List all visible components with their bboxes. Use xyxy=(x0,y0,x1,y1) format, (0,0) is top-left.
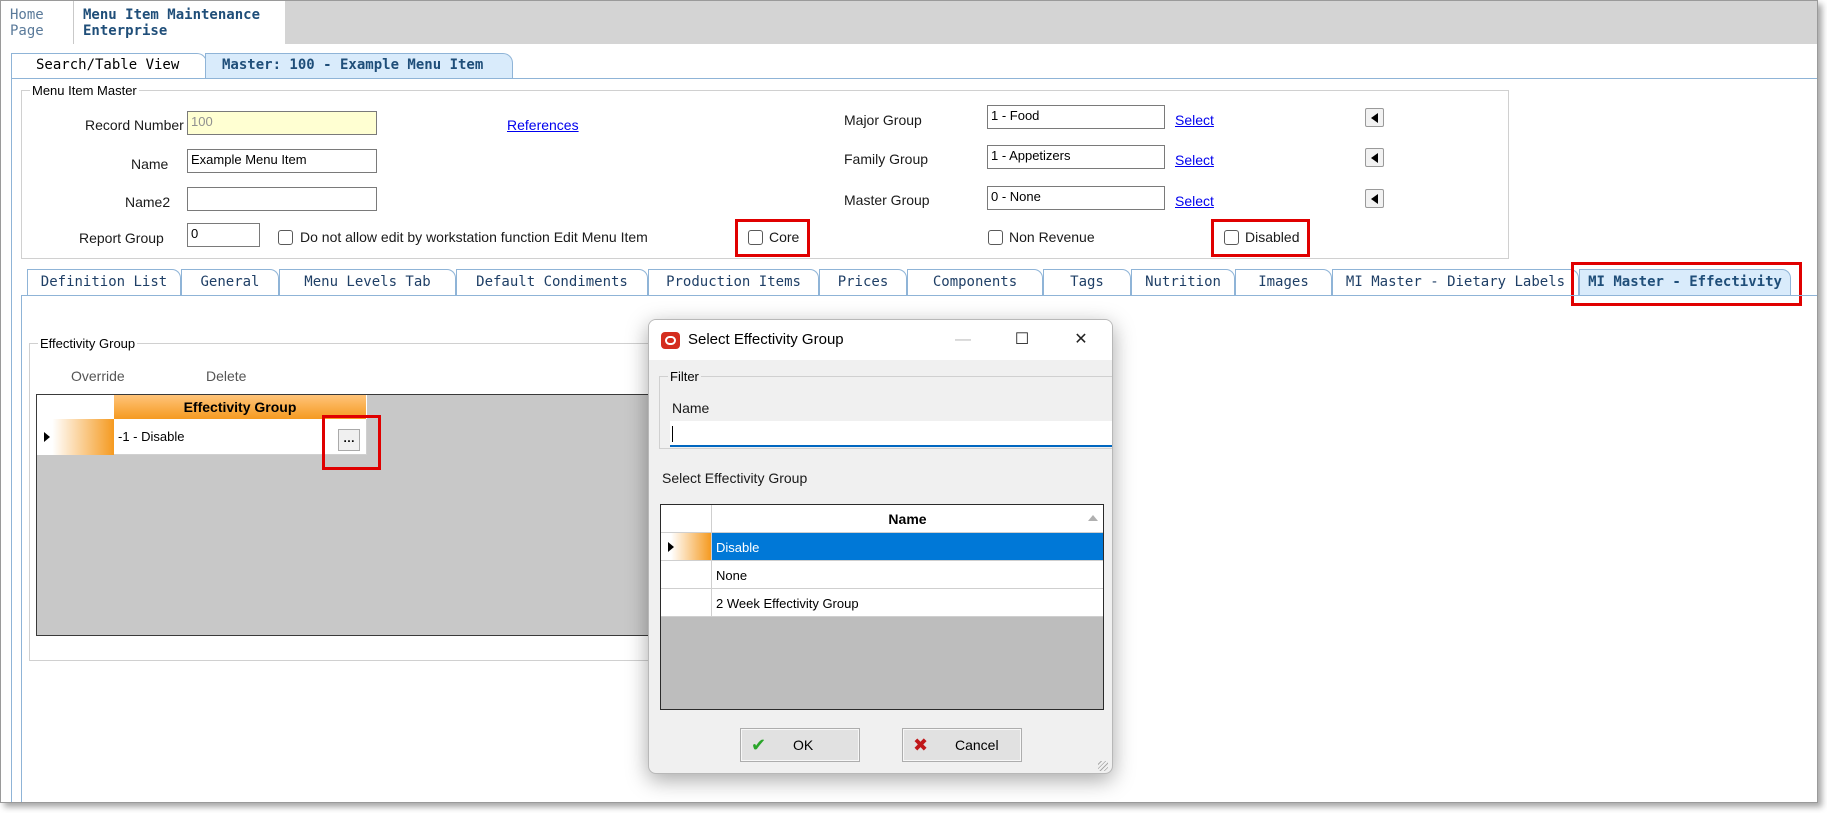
current-row-icon xyxy=(44,432,50,442)
tab-general[interactable]: General xyxy=(181,269,279,296)
disabled-checkbox[interactable] xyxy=(1224,230,1239,245)
master-group-field[interactable]: 0 - None xyxy=(987,186,1165,210)
dialog-title-bar[interactable]: Select Effectivity Group — ☐ ✕ xyxy=(649,320,1112,360)
text-caret xyxy=(672,426,673,442)
effectivity-select-grid: Name Disable None 2 Week Effectivity Gro… xyxy=(660,504,1104,710)
tab-nutrition[interactable]: Nutrition xyxy=(1131,269,1235,296)
non-revenue-label: Non Revenue xyxy=(1009,229,1095,245)
tab-home-line2: Page xyxy=(10,23,44,39)
record-number-field[interactable]: 100 xyxy=(187,111,377,135)
record-number-label: Record Number xyxy=(85,117,184,133)
tab-dietary-labels[interactable]: MI Master - Dietary Labels xyxy=(1332,269,1579,296)
name-field[interactable]: Example Menu Item xyxy=(187,149,377,173)
detail-tab-divider xyxy=(21,295,1817,296)
dialog-title: Select Effectivity Group xyxy=(688,331,844,348)
name-column-header[interactable]: Name xyxy=(712,505,1103,533)
close-icon[interactable]: ✕ xyxy=(1069,328,1093,352)
detail-area-border xyxy=(21,295,22,802)
grid-corner xyxy=(37,395,114,419)
non-revenue-checkbox[interactable] xyxy=(988,230,1003,245)
delete-button[interactable]: Delete xyxy=(206,368,246,384)
menu-item-master-legend: Menu Item Master xyxy=(32,83,137,98)
maximize-icon[interactable]: ☐ xyxy=(1010,328,1034,352)
master-group-back-icon[interactable] xyxy=(1365,189,1384,208)
row-header[interactable] xyxy=(661,561,712,589)
tab-default-condiments[interactable]: Default Condiments xyxy=(456,269,648,296)
family-group-back-icon[interactable] xyxy=(1365,148,1384,167)
resize-grip-icon[interactable] xyxy=(1098,761,1108,771)
report-group-field[interactable]: 0 xyxy=(187,223,260,247)
filter-name-label: Name xyxy=(672,400,710,416)
row-header[interactable] xyxy=(661,533,712,561)
no-edit-label: Do not allow edit by workstation functio… xyxy=(300,229,648,245)
select-effectivity-group-dialog: Select Effectivity Group — ☐ ✕ Filter Na… xyxy=(648,319,1113,774)
effectivity-group-legend: Effectivity Group xyxy=(40,336,136,351)
master-group-select-link[interactable]: Select xyxy=(1175,193,1214,209)
tab-definition-list[interactable]: Definition List xyxy=(27,269,181,296)
ellipsis-button[interactable]: … xyxy=(338,429,360,451)
filter-name-input[interactable] xyxy=(670,421,1112,447)
major-group-label: Major Group xyxy=(844,112,922,128)
tab-tags[interactable]: Tags xyxy=(1043,269,1131,296)
name2-label: Name2 xyxy=(125,194,171,210)
grid-corner xyxy=(661,505,712,533)
application-window: Home Page Menu Item Maintenance Enterpri… xyxy=(0,0,1818,803)
references-link[interactable]: References xyxy=(507,117,579,133)
name2-field[interactable] xyxy=(187,187,377,211)
list-item[interactable]: None xyxy=(712,561,1103,589)
cancel-button[interactable]: ✖ Cancel xyxy=(902,728,1022,762)
current-row-icon xyxy=(668,542,674,552)
family-group-select-link[interactable]: Select xyxy=(1175,152,1214,168)
row-header[interactable] xyxy=(37,419,114,455)
major-group-select-link[interactable]: Select xyxy=(1175,112,1214,128)
tab-menu-item-maintenance[interactable]: Menu Item Maintenance Enterprise xyxy=(73,1,285,44)
cancel-button-label: Cancel xyxy=(955,737,999,753)
core-label: Core xyxy=(769,229,800,245)
tab-production-items[interactable]: Production Items xyxy=(648,269,819,296)
core-checkbox[interactable] xyxy=(748,230,763,245)
top-tab-strip: Home Page Menu Item Maintenance Enterpri… xyxy=(1,1,1817,44)
ok-button-label: OK xyxy=(793,737,814,753)
effectivity-tab-highlight-box xyxy=(1571,262,1802,306)
name-label: Name xyxy=(131,156,169,172)
tab-search-table-view[interactable]: Search/Table View xyxy=(11,53,207,78)
major-group-back-icon[interactable] xyxy=(1365,108,1384,127)
checkmark-icon: ✔ xyxy=(751,735,767,755)
tab-master-record[interactable]: Master: 100 - Example Menu Item xyxy=(205,53,513,78)
major-group-field[interactable]: 1 - Food xyxy=(987,105,1165,129)
tab-home-line1: Home xyxy=(10,7,44,23)
tab-mim-line2: Enterprise xyxy=(83,23,168,39)
tab-components[interactable]: Components xyxy=(907,269,1043,296)
list-item[interactable]: Disable xyxy=(712,533,1103,561)
no-edit-checkbox[interactable] xyxy=(278,230,293,245)
ok-button[interactable]: ✔ OK xyxy=(740,728,860,762)
disabled-label: Disabled xyxy=(1245,229,1300,245)
row-header[interactable] xyxy=(661,589,712,617)
filter-legend: Filter xyxy=(670,369,699,384)
tab-images[interactable]: Images xyxy=(1235,269,1332,296)
tab-home-page[interactable]: Home Page xyxy=(1,1,73,44)
tab-divider xyxy=(11,78,1817,79)
family-group-label: Family Group xyxy=(844,151,929,167)
tab-mim-line1: Menu Item Maintenance xyxy=(83,7,261,23)
content-border xyxy=(11,78,12,802)
master-group-label: Master Group xyxy=(844,192,930,208)
family-group-field[interactable]: 1 - Appetizers xyxy=(987,145,1165,169)
list-item[interactable]: 2 Week Effectivity Group xyxy=(712,589,1103,617)
oracle-app-icon xyxy=(661,332,680,349)
minimize-icon[interactable]: — xyxy=(951,328,975,352)
x-mark-icon: ✖ xyxy=(913,735,929,755)
tab-menu-levels[interactable]: Menu Levels Tab xyxy=(279,269,456,296)
tab-prices[interactable]: Prices xyxy=(819,269,907,296)
report-group-label: Report Group xyxy=(79,230,164,246)
sort-ascending-icon xyxy=(1088,515,1098,521)
select-effectivity-label: Select Effectivity Group xyxy=(662,470,808,486)
override-button[interactable]: Override xyxy=(71,368,125,384)
